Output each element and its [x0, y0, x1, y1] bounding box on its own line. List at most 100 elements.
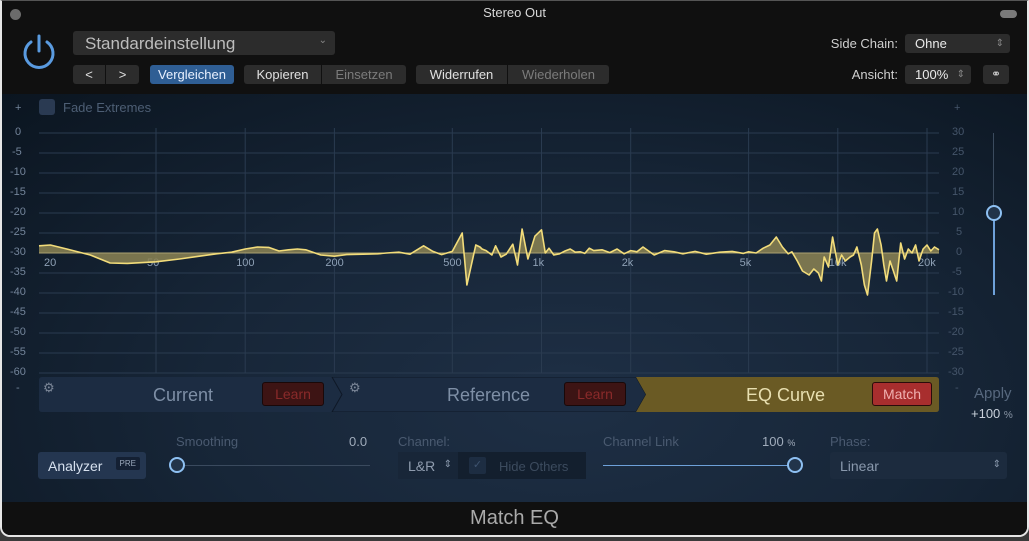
preset-dropdown[interactable]: Standardeinstellung ⌄: [73, 31, 335, 55]
right-db-tick: 15: [952, 186, 965, 198]
link-button[interactable]: ⚭: [983, 65, 1009, 84]
preset-name: Standardeinstellung: [85, 34, 236, 53]
current-label: Current: [153, 385, 214, 405]
window-title: Stereo Out: [483, 5, 546, 20]
right-db-tick: -15: [948, 306, 964, 318]
eq-curve-label: EQ Curve: [746, 385, 826, 405]
freq-tick-label: 20k: [918, 257, 936, 269]
freq-tick-label: 5k: [740, 257, 752, 269]
freq-tick-label: 100: [236, 257, 254, 269]
reference-settings-gear-icon[interactable]: ⚙: [349, 380, 361, 396]
left-db-tick: -10: [10, 166, 26, 178]
next-preset-button[interactable]: >: [106, 65, 139, 84]
channel-link-slider-track[interactable]: [603, 465, 795, 466]
eq-curve-fill: [39, 229, 939, 295]
power-icon[interactable]: [19, 33, 59, 73]
channel-link-slider-knob[interactable]: [787, 457, 803, 473]
undo-button[interactable]: Widerrufen: [416, 65, 507, 84]
right-db-tick: -5: [952, 266, 962, 278]
current-settings-gear-icon[interactable]: ⚙: [43, 380, 55, 396]
left-db-tick: -40: [10, 286, 26, 298]
hide-others-toggle[interactable]: ✓ Hide Others: [458, 452, 586, 479]
sidechain-select[interactable]: Ohne ⇕: [905, 34, 1010, 53]
channel-select[interactable]: L&R ⇕: [398, 452, 458, 479]
smoothing-value: 0.0: [349, 434, 368, 449]
apply-value-number: +100: [971, 406, 1001, 421]
current-learn-button[interactable]: Learn: [262, 382, 324, 406]
right-db-tick: 10: [952, 206, 965, 218]
apply-unit: %: [1003, 410, 1013, 421]
freq-tick-label: 200: [325, 257, 343, 269]
updown-icon: ⇕: [956, 69, 965, 80]
analyzer-button[interactable]: Analyzer PRE: [38, 452, 146, 479]
updown-icon: ⇕: [443, 459, 452, 470]
phase-value: Linear: [840, 458, 879, 474]
left-db-tick: -15: [10, 186, 26, 198]
right-db-tick: 5: [956, 226, 963, 238]
phase-select[interactable]: Linear ⇕: [830, 452, 1007, 479]
redo-button[interactable]: Wiederholen: [508, 65, 609, 84]
plugin-window: Stereo Out Standardeinstellung ⌄ < > Ver…: [0, 0, 1029, 537]
right-db-tick: -20: [948, 326, 964, 338]
left-db-tick: -55: [10, 346, 26, 358]
smoothing-label: Smoothing: [176, 434, 239, 449]
freq-tick-label: 1k: [533, 257, 545, 269]
left-db-tick: -20: [10, 206, 26, 218]
smoothing-slider-track[interactable]: [178, 465, 370, 466]
left-db-tick: 0: [15, 126, 22, 138]
view-label: Ansicht:: [851, 67, 898, 82]
hide-others-checkbox[interactable]: ✓: [469, 457, 486, 474]
right-db-tick: -25: [948, 346, 964, 358]
channel-link-label: Channel Link: [603, 434, 679, 449]
right-db-tick: -10: [948, 286, 964, 298]
left-db-tick: -60: [10, 366, 26, 378]
apply-slider-fill: [993, 213, 995, 295]
reference-learn-button[interactable]: Learn: [564, 382, 626, 406]
reference-label: Reference: [447, 385, 531, 405]
right-db-tick: 0: [956, 246, 963, 258]
updown-icon: ⇕: [995, 38, 1004, 49]
left-scale-minus-button: -: [16, 382, 20, 394]
left-db-tick: -35: [10, 266, 26, 278]
left-db-tick: -25: [10, 226, 26, 238]
freq-tick-label: 2k: [622, 257, 634, 269]
updown-icon: ⇕: [992, 459, 1001, 470]
view-zoom-value: 100%: [915, 67, 949, 82]
link-icon: ⚭: [990, 67, 1002, 81]
plugin-name: Match EQ: [470, 507, 559, 529]
eq-display: Fade Extremes 20501002005001k2k5k10k20k …: [2, 94, 1029, 502]
match-button[interactable]: Match: [872, 382, 932, 406]
left-db-tick: -30: [10, 246, 26, 258]
right-db-tick: 25: [952, 146, 965, 158]
title-bar: Stereo Out: [2, 1, 1027, 25]
channel-link-number: 100: [762, 434, 784, 449]
apply-slider-knob[interactable]: [986, 205, 1002, 221]
apply-label: Apply: [974, 385, 1012, 402]
right-db-tick: 30: [952, 126, 965, 138]
phase-label: Phase:: [830, 434, 871, 449]
channel-value: L&R: [408, 458, 436, 474]
left-db-tick: -45: [10, 306, 26, 318]
eq-chart[interactable]: 20501002005001k2k5k10k20k: [2, 94, 1029, 384]
paste-button[interactable]: Einsetzen: [322, 65, 406, 84]
match-stage-strip: ⚙ Current Learn ⚙ Reference Learn EQ Cur…: [39, 377, 939, 412]
freq-tick-label: 500: [443, 257, 461, 269]
channel-label: Channel:: [398, 434, 451, 449]
copy-button[interactable]: Kopieren: [244, 65, 321, 84]
sidechain-label: Side Chain:: [830, 36, 898, 51]
left-scale-plus-button: +: [15, 102, 22, 114]
window-toggle-button[interactable]: [1000, 10, 1017, 18]
right-db-tick: 20: [952, 166, 965, 178]
left-db-tick: -5: [12, 146, 22, 158]
apply-value: +100 %: [971, 406, 1013, 421]
compare-button[interactable]: Vergleichen: [150, 65, 234, 84]
plugin-footer: Match EQ: [2, 502, 1027, 535]
analyzer-pre-badge[interactable]: PRE: [115, 457, 140, 470]
prev-preset-button[interactable]: <: [73, 65, 105, 84]
freq-tick-label: 20: [44, 257, 56, 269]
smoothing-slider-knob[interactable]: [169, 457, 185, 473]
left-db-tick: -50: [10, 326, 26, 338]
right-db-tick: -30: [948, 366, 964, 378]
sidechain-value: Ohne: [915, 36, 947, 51]
view-zoom-select[interactable]: 100% ⇕: [905, 65, 971, 84]
